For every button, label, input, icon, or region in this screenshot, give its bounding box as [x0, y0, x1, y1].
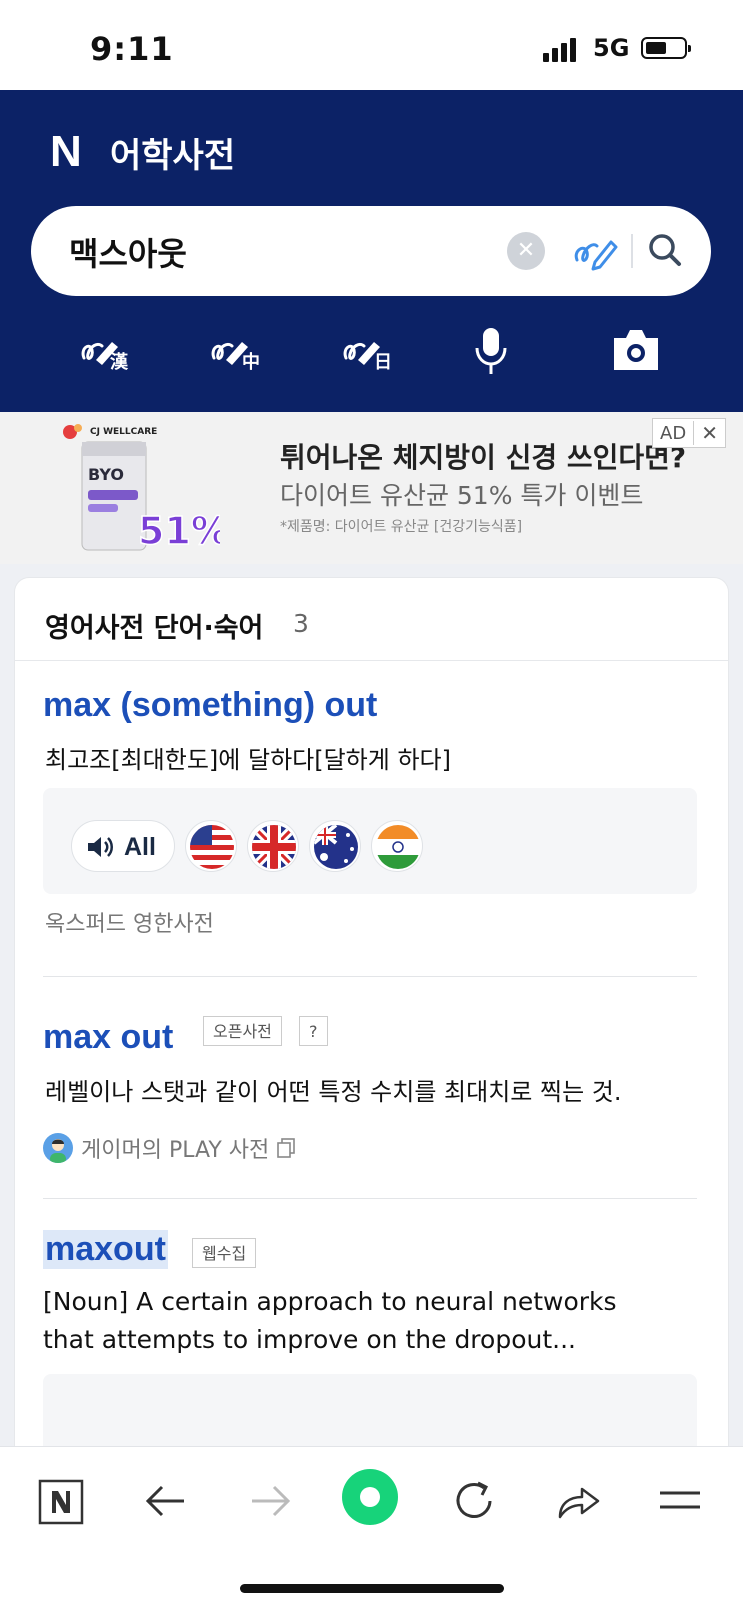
reload-icon — [456, 1481, 492, 1518]
green-dot-icon — [342, 1469, 398, 1525]
au-flag-button[interactable] — [309, 820, 361, 872]
entry-word[interactable]: maxout — [43, 1230, 168, 1269]
ad-product-label: BYO — [88, 465, 124, 484]
share-button[interactable] — [552, 1475, 604, 1527]
japanese-handwriting-icon: 日 — [343, 342, 392, 373]
entry-divider — [43, 1198, 697, 1199]
entry-definition: 최고조[최대한도]에 달하다[달하게 하다] — [45, 746, 451, 774]
entry-divider — [43, 976, 697, 977]
back-button[interactable] — [140, 1475, 192, 1527]
ad-label: AD — [660, 422, 687, 444]
handwriting-button[interactable] — [571, 228, 619, 274]
hanja-handwriting-button[interactable]: 漢 — [78, 324, 158, 380]
japanese-handwriting-button[interactable]: 日 — [340, 324, 420, 380]
entry-source[interactable]: 옥스퍼드 영한사전 — [45, 906, 214, 938]
contributor-name: 게이머의 PLAY 사전 — [81, 1138, 270, 1163]
svg-text:中: 中 — [242, 351, 260, 373]
in-flag-icon — [376, 825, 420, 869]
contributor-row[interactable]: 게이머의 PLAY 사전 — [43, 1132, 296, 1164]
all-label: All — [124, 833, 156, 861]
search-input[interactable] — [69, 230, 509, 274]
ad-banner[interactable]: CJ WELLCARE BYO 51% 튀어나온 체지방이 신경 쓰인다면? 다… — [0, 412, 743, 564]
ad-subline: 다이어트 유산균 51% 특가 이벤트 — [280, 481, 644, 510]
open-dict-tag: 오픈사전 — [203, 1016, 282, 1046]
english-dictionary-results: 영어사전 단어·숙어 3 max (something) out 최고조[최대한… — [15, 578, 728, 1478]
pronunciation-box: All — [43, 788, 697, 894]
page-title[interactable]: 어학사전 — [110, 128, 235, 177]
product-image: CJ WELLCARE BYO 51% — [63, 424, 220, 554]
uk-flag-button[interactable] — [247, 820, 299, 872]
hanja-handwriting-icon: 漢 — [81, 342, 129, 373]
battery-icon — [641, 37, 691, 59]
input-tools: 漢 中 日 — [0, 324, 743, 384]
clear-search-button[interactable]: ✕ — [507, 232, 545, 270]
menu-button[interactable] — [654, 1475, 706, 1527]
avatar-icon — [50, 1139, 66, 1163]
ad-discount-mark: 51% — [138, 509, 220, 553]
web-collection-tag: 웹수집 — [192, 1238, 257, 1268]
svg-text:日: 日 — [374, 352, 392, 373]
voice-search-button[interactable] — [472, 324, 552, 380]
search-button[interactable] — [643, 228, 689, 274]
chinese-handwriting-icon: 中 — [211, 342, 260, 373]
ad-note: *제품명: 다이어트 유산균 [건강기능식품] — [280, 519, 523, 535]
au-flag-icon — [314, 825, 358, 869]
ad-headline: 튀어나온 체지방이 신경 쓰인다면? — [280, 441, 687, 474]
naver-logo[interactable]: N — [50, 130, 88, 174]
us-flag-button[interactable] — [185, 820, 237, 872]
home-indicator — [240, 1584, 504, 1593]
green-dot-button[interactable] — [340, 1467, 400, 1527]
search-divider — [631, 234, 633, 268]
in-flag-button[interactable] — [371, 820, 423, 872]
ad-close-button[interactable]: ✕ — [693, 421, 725, 445]
entry-word[interactable]: max (something) out — [43, 686, 377, 725]
svg-text:漢: 漢 — [110, 351, 129, 373]
ad-badge: AD ✕ — [652, 418, 726, 448]
search-icon — [649, 234, 681, 266]
ad-brand-mark: CJ WELLCARE — [90, 427, 157, 437]
us-flag-icon — [190, 825, 234, 869]
uk-flag-icon — [252, 825, 296, 869]
entry-definition-line: that attempts to improve on the dropout.… — [43, 1325, 576, 1354]
close-icon: ✕ — [516, 238, 536, 263]
back-arrow-icon — [145, 1485, 184, 1517]
play-all-button[interactable]: All — [71, 820, 175, 872]
camera-icon — [614, 330, 658, 370]
network-label: 5G — [593, 34, 630, 62]
status-bar: 9:11 5G — [0, 0, 743, 90]
entry-definition: 레벨이나 스탯과 같이 어떤 특정 수치를 최대치로 찍는 것. — [45, 1078, 622, 1106]
search-box: ✕ — [31, 206, 711, 296]
naver-home-icon — [38, 1479, 84, 1525]
handwriting-icon — [574, 240, 618, 271]
entry-word[interactable]: max out — [43, 1018, 173, 1057]
naver-home-button[interactable] — [36, 1475, 88, 1527]
reload-button[interactable] — [448, 1475, 500, 1527]
section-title: 영어사전 단어·숙어 — [45, 613, 264, 644]
entry-definition-line: [Noun] A certain approach to neural netw… — [43, 1287, 617, 1316]
status-time: 9:11 — [90, 30, 174, 68]
signal-icon — [543, 38, 581, 62]
copy-icon[interactable] — [277, 1138, 296, 1158]
dictionary-header: N 어학사전 ✕ 漢 — [0, 90, 743, 412]
result-count: 3 — [293, 609, 309, 638]
help-button[interactable]: ? — [299, 1016, 328, 1046]
forward-arrow-icon — [252, 1485, 291, 1517]
chinese-handwriting-button[interactable]: 中 — [208, 324, 288, 380]
menu-icon — [660, 1491, 700, 1509]
forward-button[interactable] — [244, 1475, 296, 1527]
camera-search-button[interactable] — [612, 324, 692, 380]
share-icon — [558, 1487, 600, 1519]
speaker-icon — [88, 837, 113, 857]
microphone-icon — [475, 328, 507, 374]
avatar — [43, 1133, 73, 1163]
section-header: 영어사전 단어·숙어 3 — [15, 578, 728, 661]
